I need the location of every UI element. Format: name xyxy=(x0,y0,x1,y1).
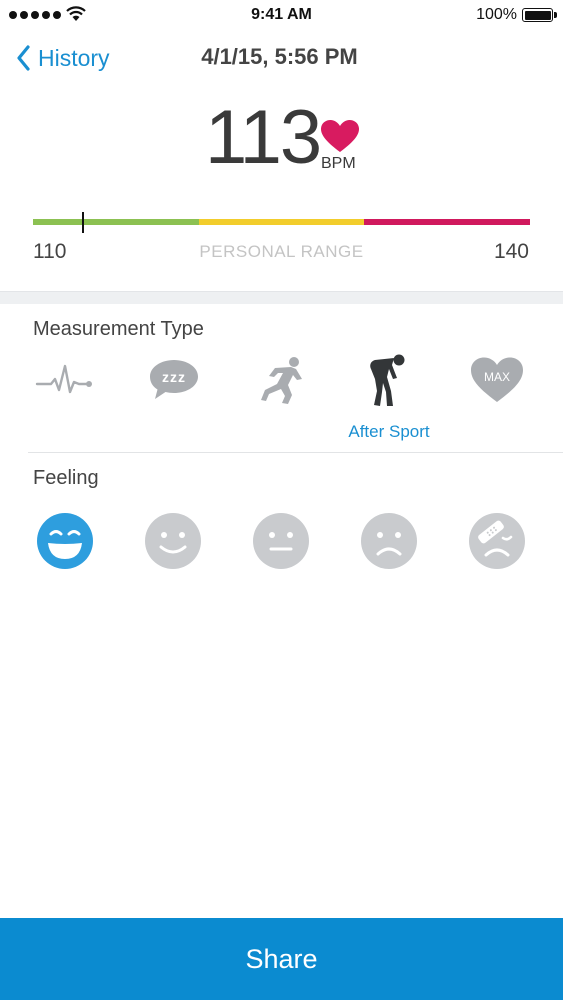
feeling-sad[interactable] xyxy=(360,512,418,570)
section-separator xyxy=(0,291,563,304)
measurement-type-sleeping[interactable]: zzz xyxy=(139,350,209,410)
heart-icon xyxy=(321,120,359,152)
battery-icon xyxy=(522,8,557,22)
personal-range-bar xyxy=(33,219,530,225)
measurement-type-before-sport[interactable] xyxy=(246,350,316,410)
feeling-neutral[interactable] xyxy=(252,512,310,570)
max-badge-text: MAX xyxy=(484,370,510,384)
feeling-happy[interactable] xyxy=(144,512,202,570)
section-divider xyxy=(28,452,563,453)
share-button-label: Share xyxy=(245,943,318,974)
sad-face-icon xyxy=(377,532,383,538)
runner-start-icon xyxy=(261,357,302,404)
selected-measurement-type-label: After Sport xyxy=(348,422,430,441)
measurement-type-label: Measurement Type xyxy=(33,318,204,340)
sleep-bubble-icon: zzz xyxy=(150,360,198,399)
range-zone xyxy=(198,219,365,225)
heart-rate-unit: BPM xyxy=(321,155,356,172)
feeling-very-happy[interactable] xyxy=(36,512,94,570)
measurement-type-resting-pulse[interactable] xyxy=(29,350,99,410)
heart-rate-value: 113 xyxy=(205,95,322,180)
svg-text:zzz: zzz xyxy=(162,369,186,385)
tired-runner-icon xyxy=(370,354,405,406)
range-zone xyxy=(33,219,199,225)
max-heart-icon: MAX xyxy=(471,357,523,402)
range-zone xyxy=(364,219,530,225)
current-value-marker xyxy=(81,212,84,233)
battery-fill xyxy=(524,10,551,20)
neutral-face-icon xyxy=(269,532,275,538)
feeling-label: Feeling xyxy=(33,467,99,489)
measurement-type-after-sport[interactable] xyxy=(354,350,424,410)
pulse-line-icon xyxy=(35,364,92,394)
range-max-label: 140 xyxy=(493,240,529,263)
smile-face-icon xyxy=(161,532,167,538)
share-button[interactable]: Share xyxy=(0,918,563,1000)
measurement-type-options: zzz MAX xyxy=(0,350,563,410)
range-caption: PERSONAL RANGE xyxy=(199,242,364,261)
status-bar: 9:41 AM 100% xyxy=(0,0,563,30)
measurement-type-max[interactable]: MAX xyxy=(462,350,532,410)
feeling-injured[interactable] xyxy=(468,512,526,570)
page-title: 4/1/15, 5:56 PM xyxy=(201,44,358,69)
feeling-options xyxy=(0,512,563,570)
battery-percent: 100% xyxy=(476,6,517,23)
